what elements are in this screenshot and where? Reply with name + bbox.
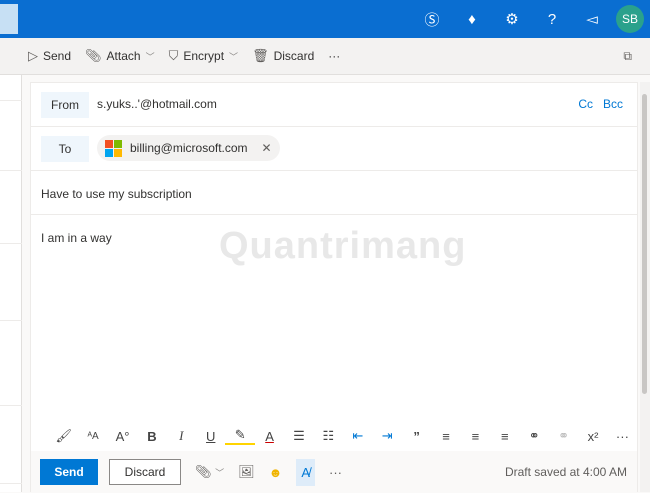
superscript-icon[interactable]: x² xyxy=(578,429,607,444)
link-icon[interactable]: ⚭ xyxy=(520,428,549,444)
highlight-icon[interactable]: ✎ xyxy=(225,427,255,445)
toolbar-send-button[interactable]: ▷ Send xyxy=(28,48,71,64)
more-format-icon[interactable]: ··· xyxy=(608,429,637,444)
align-right-icon[interactable]: ≡ xyxy=(490,429,519,444)
numbering-icon[interactable]: ☷ xyxy=(314,428,343,444)
send-icon: ▷ xyxy=(28,48,38,63)
to-button[interactable]: To xyxy=(41,136,89,162)
italic-icon[interactable]: I xyxy=(167,428,196,444)
toolbar-discard-button[interactable]: 🗑︎ Discard xyxy=(252,48,314,64)
font-color-icon[interactable]: A xyxy=(255,429,284,444)
discard-label: Discard xyxy=(273,49,315,63)
bcc-link[interactable]: Bcc xyxy=(603,97,623,111)
cc-link[interactable]: Cc xyxy=(578,97,593,111)
underline-icon[interactable]: U xyxy=(196,429,225,444)
message-body[interactable]: I am in a way xyxy=(41,231,112,245)
avatar[interactable]: SB xyxy=(616,5,644,33)
format-toolbar: 🖌︎ ᴬA A° B I U ✎ A ☰ ☷ ⇤ ⇥ ” ≡ ≡ ≡ ⚭ ⚭ x… xyxy=(31,421,637,451)
compose-pane: From s.yuks..'@hotmail.com Cc Bcc To bill… xyxy=(30,82,638,493)
send-button[interactable]: Send xyxy=(40,459,98,485)
align-left-icon[interactable]: ≡ xyxy=(431,429,460,444)
popout-icon[interactable]: ⧉ xyxy=(623,49,632,64)
image-icon[interactable]: 🖼︎ xyxy=(238,464,255,480)
subject-input[interactable]: Have to use my subscription xyxy=(41,187,192,201)
toolbar-encrypt-button[interactable]: ⛉ Encrypt ﹀ xyxy=(169,48,238,64)
from-row: From s.yuks..'@hotmail.com Cc Bcc xyxy=(31,83,637,127)
remove-recipient-icon[interactable]: ✕ xyxy=(262,141,272,155)
chevron-down-icon: ﹀ xyxy=(145,51,155,62)
diamond-icon[interactable]: ♦ xyxy=(452,11,492,28)
paperclip-icon[interactable]: 📎︎ ﹀ xyxy=(195,464,224,480)
shield-icon: ⛉ xyxy=(168,48,179,63)
scrollbar[interactable] xyxy=(640,82,650,492)
search-box[interactable] xyxy=(0,4,18,34)
discard-button[interactable]: Discard xyxy=(109,459,181,485)
emoji-icon[interactable]: ☻ xyxy=(269,465,283,480)
chevron-down-icon: ﹀ xyxy=(229,51,239,62)
megaphone-icon[interactable]: ◅ xyxy=(572,10,612,28)
microsoft-logo-icon xyxy=(105,139,122,157)
bold-icon[interactable]: B xyxy=(137,429,166,444)
toolbar-attach-button[interactable]: 📎︎ Attach ﹀ xyxy=(85,48,155,64)
watermark: Quantrimang xyxy=(219,225,467,267)
font-size-icon[interactable]: ᴬA xyxy=(78,431,107,442)
action-bar: Send Discard 📎︎ ﹀ 🖼︎ ☻ A̸ ··· Draft save… xyxy=(31,451,637,493)
toolbar-more-button[interactable]: ··· xyxy=(328,49,340,63)
top-bar: Ⓢ ♦ ⚙ ? ◅ SB xyxy=(0,0,650,38)
draft-status: Draft saved at 4:00 AM xyxy=(504,465,627,479)
compose-toolbar: ▷ Send 📎︎ Attach ﹀ ⛉ Encrypt ﹀ 🗑︎ Discard ··· … xyxy=(0,38,650,75)
grow-font-icon[interactable]: A° xyxy=(108,429,137,444)
gear-icon[interactable]: ⚙ xyxy=(492,10,532,28)
skype-icon[interactable]: Ⓢ xyxy=(412,9,452,30)
send-label: Send xyxy=(43,49,72,63)
help-icon[interactable]: ? xyxy=(532,11,572,28)
more-actions-button[interactable]: ··· xyxy=(329,465,342,480)
quote-icon[interactable]: ” xyxy=(402,429,431,444)
editor-icon[interactable]: A̸ xyxy=(296,458,316,486)
unlink-icon[interactable]: ⚭ xyxy=(549,428,578,444)
decrease-indent-icon[interactable]: ⇤ xyxy=(343,428,372,444)
align-center-icon[interactable]: ≡ xyxy=(461,429,490,444)
recipient-email: billing@microsoft.com xyxy=(130,141,248,155)
bullets-icon[interactable]: ☰ xyxy=(284,428,313,444)
paperclip-icon: 📎︎ xyxy=(85,48,102,63)
to-row: To billing@microsoft.com ✕ xyxy=(31,127,637,171)
trash-icon: 🗑︎ xyxy=(252,48,269,63)
increase-indent-icon[interactable]: ⇥ xyxy=(372,428,401,444)
recipient-chip[interactable]: billing@microsoft.com ✕ xyxy=(97,135,280,161)
encrypt-label: Encrypt xyxy=(183,49,225,63)
from-address: s.yuks..'@hotmail.com xyxy=(97,97,217,111)
format-painter-icon[interactable]: 🖌︎ xyxy=(49,428,78,444)
scrollbar-thumb[interactable] xyxy=(642,94,647,394)
message-list-edge xyxy=(0,75,22,492)
attach-label: Attach xyxy=(106,49,141,63)
from-button[interactable]: From xyxy=(41,92,89,118)
